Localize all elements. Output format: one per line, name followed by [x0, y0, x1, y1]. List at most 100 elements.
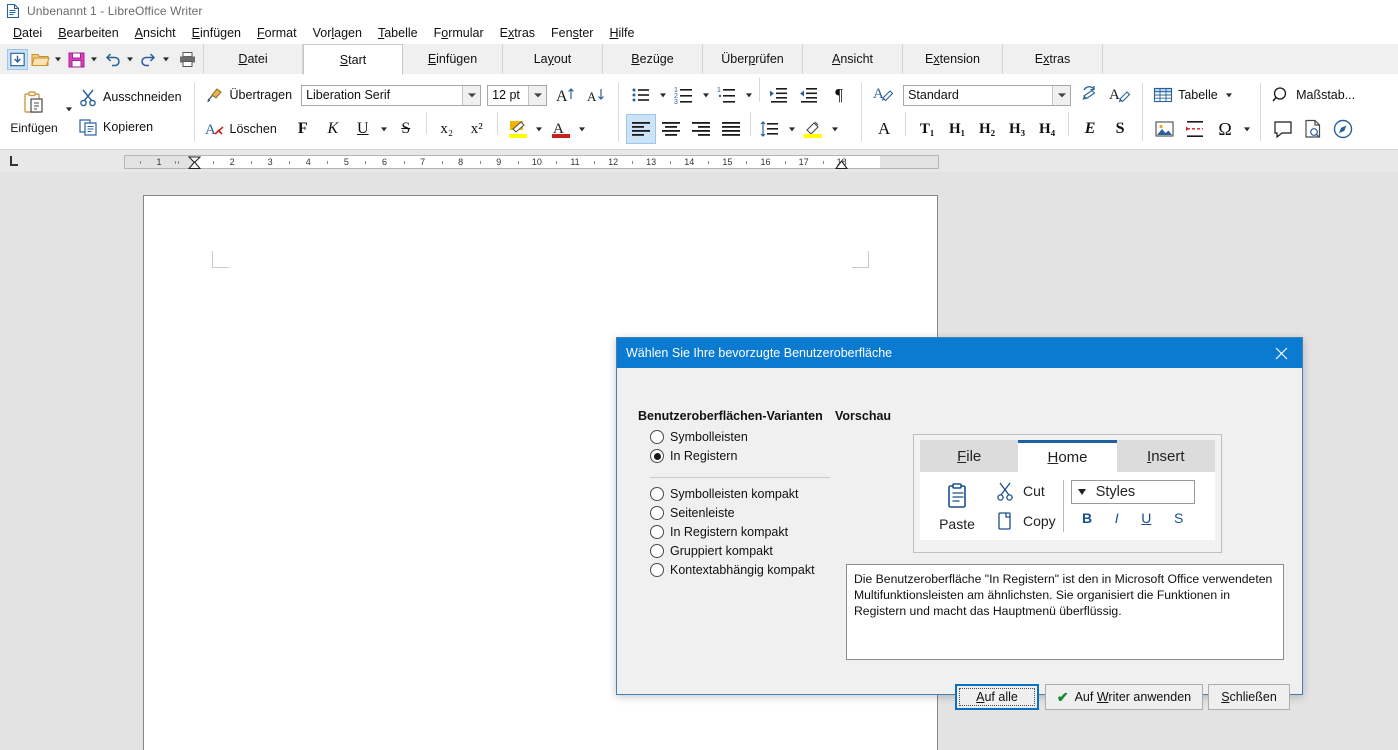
- heading3-style-button[interactable]: H₃: [1002, 114, 1032, 144]
- undo-icon[interactable]: [102, 49, 123, 70]
- heading4-style-button[interactable]: H₄: [1032, 114, 1062, 144]
- underline-dropdown-caret[interactable]: [378, 115, 391, 143]
- tab-einfuegen[interactable]: Einfügen: [403, 44, 503, 74]
- numbered-list-dropdown-caret[interactable]: [699, 81, 712, 109]
- highlight-color-button[interactable]: [503, 114, 533, 144]
- insert-image-button[interactable]: [1150, 114, 1180, 144]
- tab-extension[interactable]: Extension: [903, 44, 1003, 74]
- right-indent-marker[interactable]: [835, 160, 848, 170]
- radio-seitenleiste[interactable]: Seitenleiste: [650, 506, 735, 520]
- tab-stop-left-icon[interactable]: [6, 150, 26, 172]
- bullet-list-button[interactable]: [626, 80, 656, 110]
- highlight-dropdown-caret[interactable]: [533, 115, 546, 143]
- preview-strikethrough-button[interactable]: S: [1174, 510, 1183, 526]
- footnote-button[interactable]: [1298, 114, 1328, 144]
- menu-extras[interactable]: Extras: [492, 24, 543, 42]
- hyperlink-button[interactable]: [1328, 114, 1358, 144]
- menu-ansicht[interactable]: Ansicht: [127, 24, 184, 42]
- outline-list-dropdown-caret[interactable]: [742, 81, 755, 109]
- bullet-list-dropdown-caret[interactable]: [656, 81, 669, 109]
- radio-kontextabhaengig-kompakt[interactable]: Kontextabhängig kompakt: [650, 563, 815, 577]
- open-dropdown-caret[interactable]: [52, 49, 63, 70]
- preview-italic-button[interactable]: I: [1115, 510, 1119, 526]
- close-icon[interactable]: [1260, 338, 1302, 368]
- line-spacing-dropdown-caret[interactable]: [785, 115, 798, 143]
- increase-font-size-button[interactable]: A: [551, 80, 581, 110]
- save-as-icon[interactable]: [66, 49, 87, 70]
- tab-layout[interactable]: Layout: [503, 44, 603, 74]
- heading2-style-button[interactable]: H₂: [972, 114, 1002, 144]
- horizontal-ruler[interactable]: 1123456789101112131415161718: [124, 155, 939, 169]
- align-justify-button[interactable]: [716, 114, 746, 144]
- preview-bold-button[interactable]: B: [1082, 510, 1092, 526]
- align-center-button[interactable]: [656, 114, 686, 144]
- menu-hilfe[interactable]: Hilfe: [601, 24, 642, 42]
- preview-underline-button[interactable]: U: [1141, 510, 1151, 526]
- font-name-dropdown[interactable]: [462, 86, 480, 105]
- left-indent-marker[interactable]: [188, 161, 201, 170]
- menu-bearbeiten[interactable]: Bearbeiten: [50, 24, 126, 42]
- decrease-font-size-button[interactable]: A: [581, 80, 611, 110]
- new-style-button[interactable]: A: [1105, 80, 1135, 110]
- copy-button[interactable]: Kopieren: [75, 112, 187, 142]
- subscript-button[interactable]: x₂: [432, 114, 462, 144]
- radio-gruppiert-kompakt[interactable]: Gruppiert kompakt: [650, 544, 773, 558]
- paragraph-style-combo[interactable]: Standard: [903, 85, 1071, 106]
- heading1-style-button[interactable]: H₁: [942, 114, 972, 144]
- apply-all-button[interactable]: Auf alle: [955, 684, 1039, 710]
- page-break-button[interactable]: [1180, 114, 1210, 144]
- apply-writer-button[interactable]: ✔ Auf Writer anwenden: [1045, 684, 1203, 710]
- insert-table-button[interactable]: Tabelle: [1150, 80, 1223, 110]
- emphasis-style-button[interactable]: E: [1075, 114, 1105, 144]
- font-name-combo[interactable]: Liberation Serif: [301, 85, 481, 106]
- numbered-list-button[interactable]: 1 2 3: [669, 80, 699, 110]
- insert-comment-button[interactable]: [1268, 114, 1298, 144]
- preview-tab-file[interactable]: File: [920, 440, 1018, 472]
- redo-icon[interactable]: [138, 49, 159, 70]
- font-color-dropdown-caret[interactable]: [576, 115, 589, 143]
- font-color-button[interactable]: A: [546, 114, 576, 144]
- zoom-button[interactable]: Maßstab...: [1268, 80, 1360, 110]
- undo-dropdown-caret[interactable]: [124, 49, 135, 70]
- superscript-button[interactable]: x²: [462, 114, 492, 144]
- open-folder-icon[interactable]: [30, 49, 51, 70]
- radio-in-registern[interactable]: In Registern: [650, 449, 737, 463]
- strong-style-button[interactable]: S: [1105, 114, 1135, 144]
- tab-bezuege[interactable]: Bezüge: [603, 44, 703, 74]
- redo-dropdown-caret[interactable]: [160, 49, 171, 70]
- menu-fenster[interactable]: Fenster: [543, 24, 601, 42]
- print-icon[interactable]: [177, 49, 198, 70]
- align-left-button[interactable]: [626, 114, 656, 144]
- menu-einfuegen[interactable]: Einfügen: [184, 24, 249, 42]
- paste-button[interactable]: Einfügen: [6, 80, 62, 144]
- paragraph-background-dropdown-caret[interactable]: [828, 115, 841, 143]
- strikethrough-button[interactable]: S: [391, 114, 421, 144]
- special-character-dropdown-caret[interactable]: [1240, 115, 1253, 143]
- body-text-style-button[interactable]: T₁: [912, 114, 942, 144]
- preview-cut-button[interactable]: Cut: [994, 476, 1056, 506]
- save-document-icon[interactable]: [7, 49, 28, 70]
- radio-symbolleisten-kompakt[interactable]: Symbolleisten kompakt: [650, 487, 799, 501]
- tab-ansicht[interactable]: Ansicht: [803, 44, 903, 74]
- update-style-button[interactable]: [1075, 80, 1105, 110]
- paragraph-background-button[interactable]: [798, 114, 828, 144]
- menu-formular[interactable]: Formular: [426, 24, 492, 42]
- cut-button[interactable]: Ausschneiden: [75, 82, 187, 112]
- tab-extras[interactable]: Extras: [1003, 44, 1103, 74]
- decrease-indent-button[interactable]: [794, 80, 824, 110]
- line-spacing-button[interactable]: [755, 114, 785, 144]
- preview-tab-insert[interactable]: Insert: [1117, 440, 1215, 472]
- menu-vorlagen[interactable]: Vorlagen: [305, 24, 370, 42]
- underline-button[interactable]: U: [348, 114, 378, 144]
- menu-format[interactable]: Format: [249, 24, 305, 42]
- set-paragraph-style-icon[interactable]: A: [869, 80, 899, 110]
- special-character-button[interactable]: Ω: [1210, 114, 1240, 144]
- preview-tab-home[interactable]: Home: [1018, 440, 1116, 472]
- no-character-style-button[interactable]: A: [869, 114, 899, 144]
- radio-symbolleisten[interactable]: Symbolleisten: [650, 430, 748, 444]
- save-dropdown-caret[interactable]: [88, 49, 99, 70]
- clone-formatting-button[interactable]: Übertragen: [202, 80, 298, 110]
- paste-dropdown-caret[interactable]: [62, 95, 75, 123]
- tab-start[interactable]: Start: [303, 44, 403, 75]
- increase-indent-button[interactable]: [764, 80, 794, 110]
